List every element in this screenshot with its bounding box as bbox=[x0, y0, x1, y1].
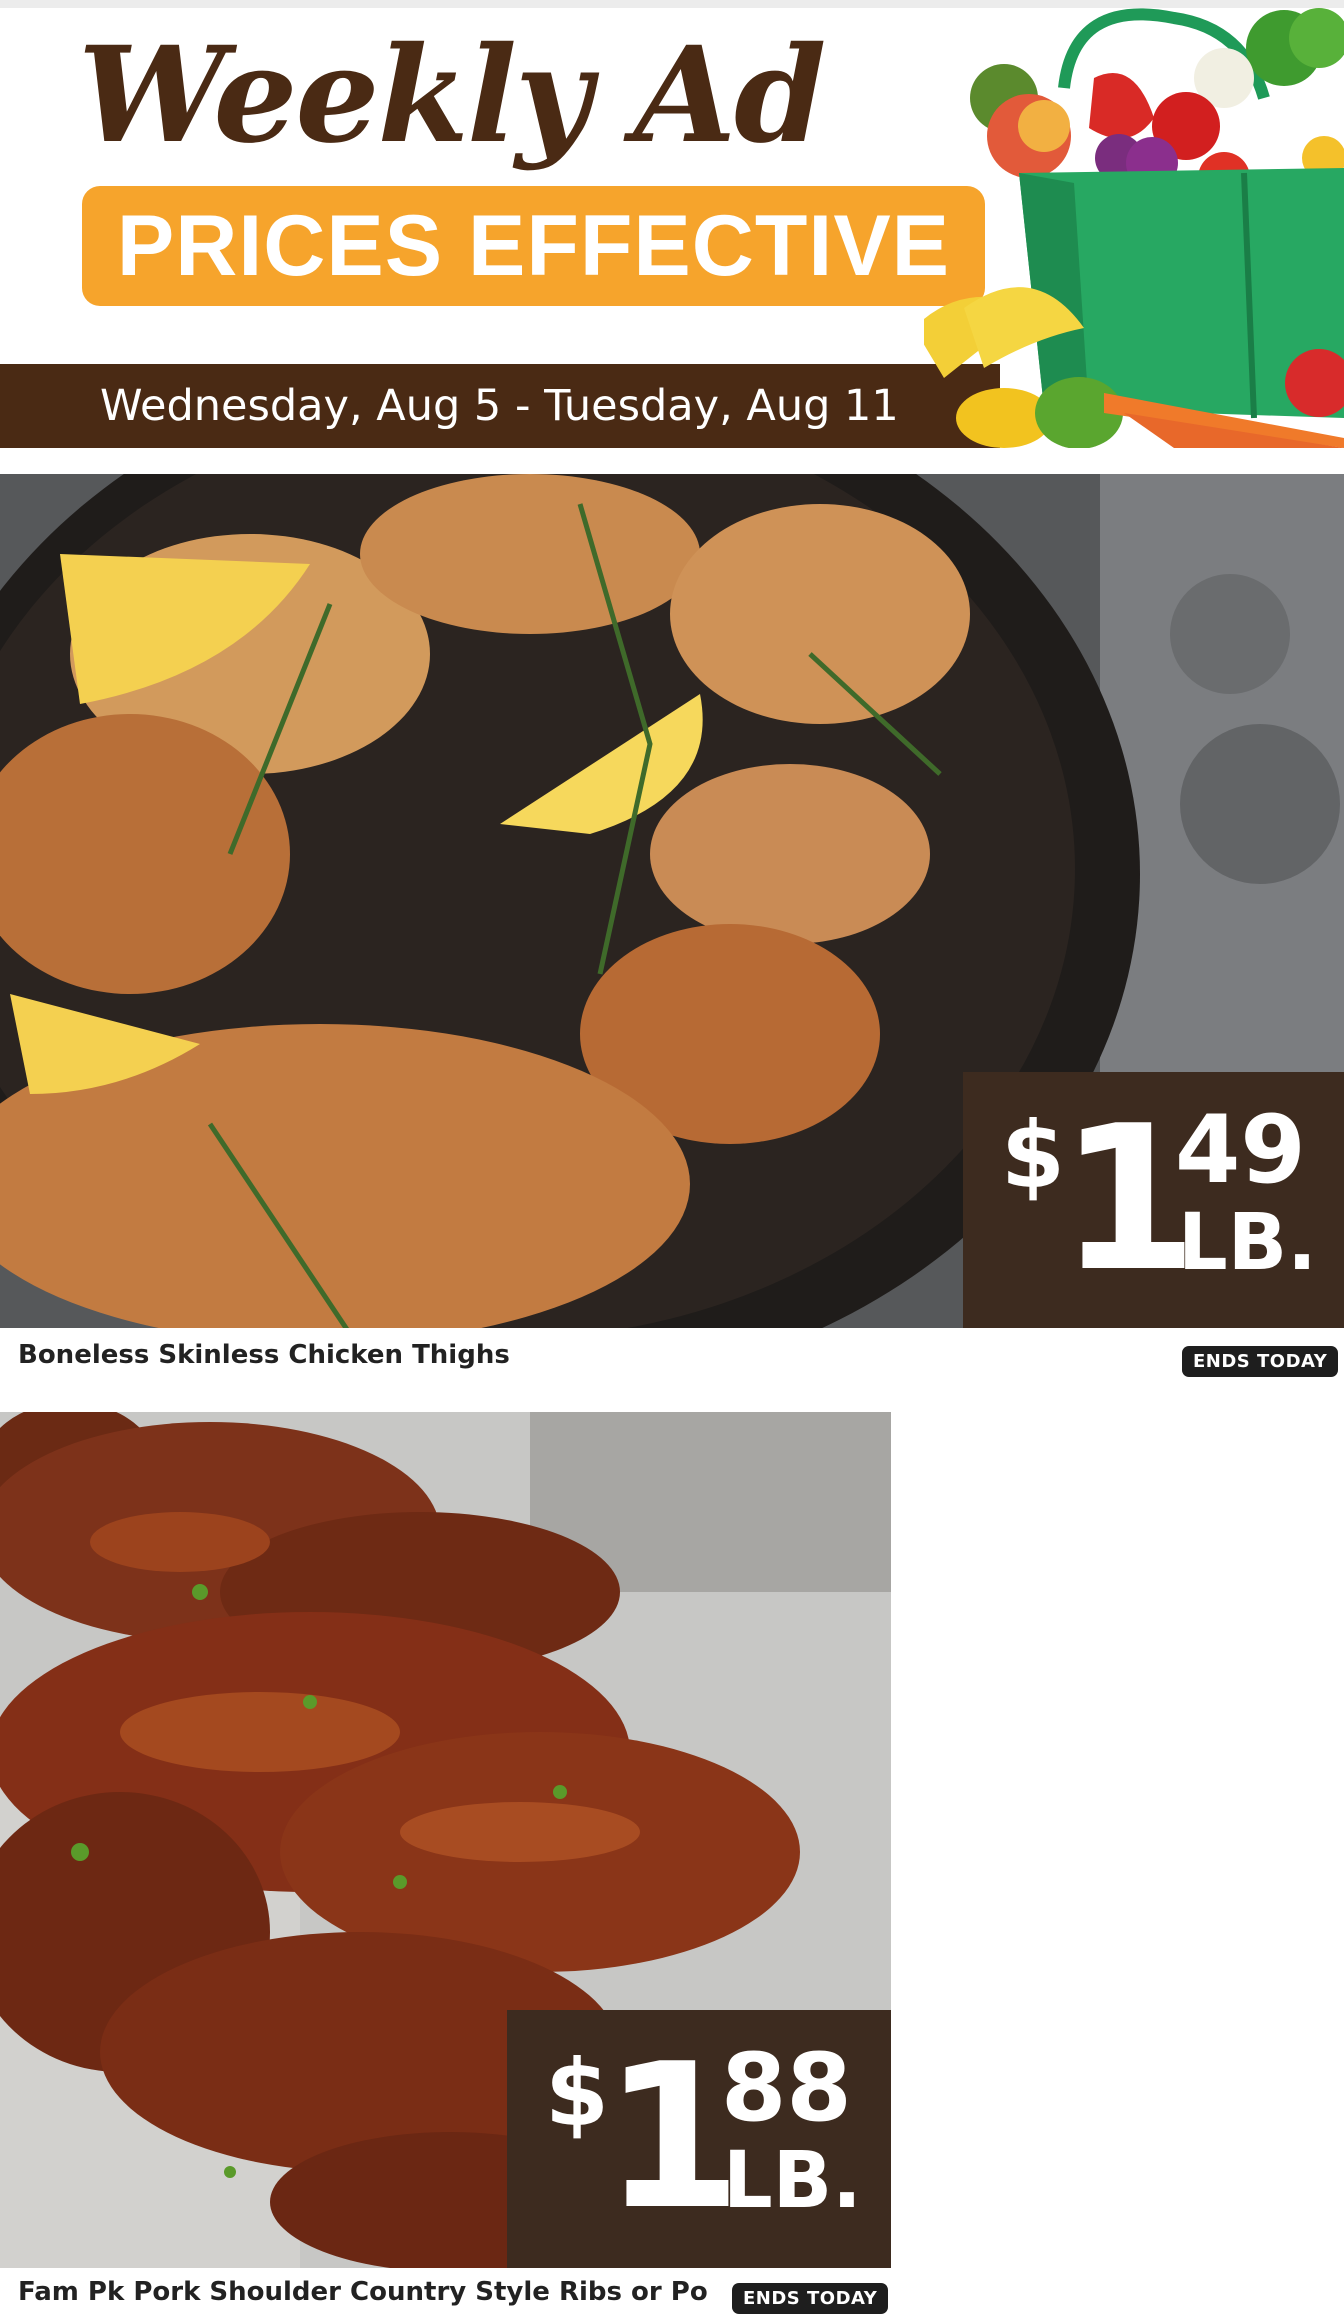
price-unit: LB. bbox=[723, 2136, 862, 2226]
price-cents: 49 bbox=[1175, 1096, 1306, 1205]
banner-title: Weekly Ad bbox=[78, 18, 826, 173]
price-cents: 88 bbox=[721, 2034, 852, 2143]
top-divider bbox=[0, 0, 1344, 8]
price-unit: LB. bbox=[1178, 1198, 1317, 1288]
date-range-bar: Wednesday, Aug 5 - Tuesday, Aug 11 bbox=[0, 364, 1000, 448]
product-name[interactable]: Fam Pk Pork Shoulder Country Style Ribs … bbox=[18, 2277, 708, 2307]
price-tag: $ 1 88 LB. bbox=[507, 2010, 891, 2268]
banner-subtitle: PRICES EFFECTIVE bbox=[116, 197, 951, 294]
date-range-text: Wednesday, Aug 5 - Tuesday, Aug 11 bbox=[100, 381, 899, 431]
price-dollar-sign: $ bbox=[545, 2040, 610, 2147]
ends-today-badge: ENDS TODAY bbox=[1182, 1346, 1339, 1377]
price-dollar-sign: $ bbox=[1001, 1102, 1066, 1209]
prices-effective-pill: PRICES EFFECTIVE bbox=[82, 186, 985, 306]
grocery-bag-illustration bbox=[924, 8, 1344, 448]
weekly-ad-banner[interactable]: Weekly Ad PRICES EFFECTIVE Wednesday, Au… bbox=[0, 8, 1344, 448]
price-tag: $ 1 49 LB. bbox=[963, 1072, 1344, 1328]
product-name[interactable]: Boneless Skinless Chicken Thighs bbox=[18, 1340, 918, 1370]
ends-today-badge: ENDS TODAY bbox=[732, 2283, 889, 2314]
